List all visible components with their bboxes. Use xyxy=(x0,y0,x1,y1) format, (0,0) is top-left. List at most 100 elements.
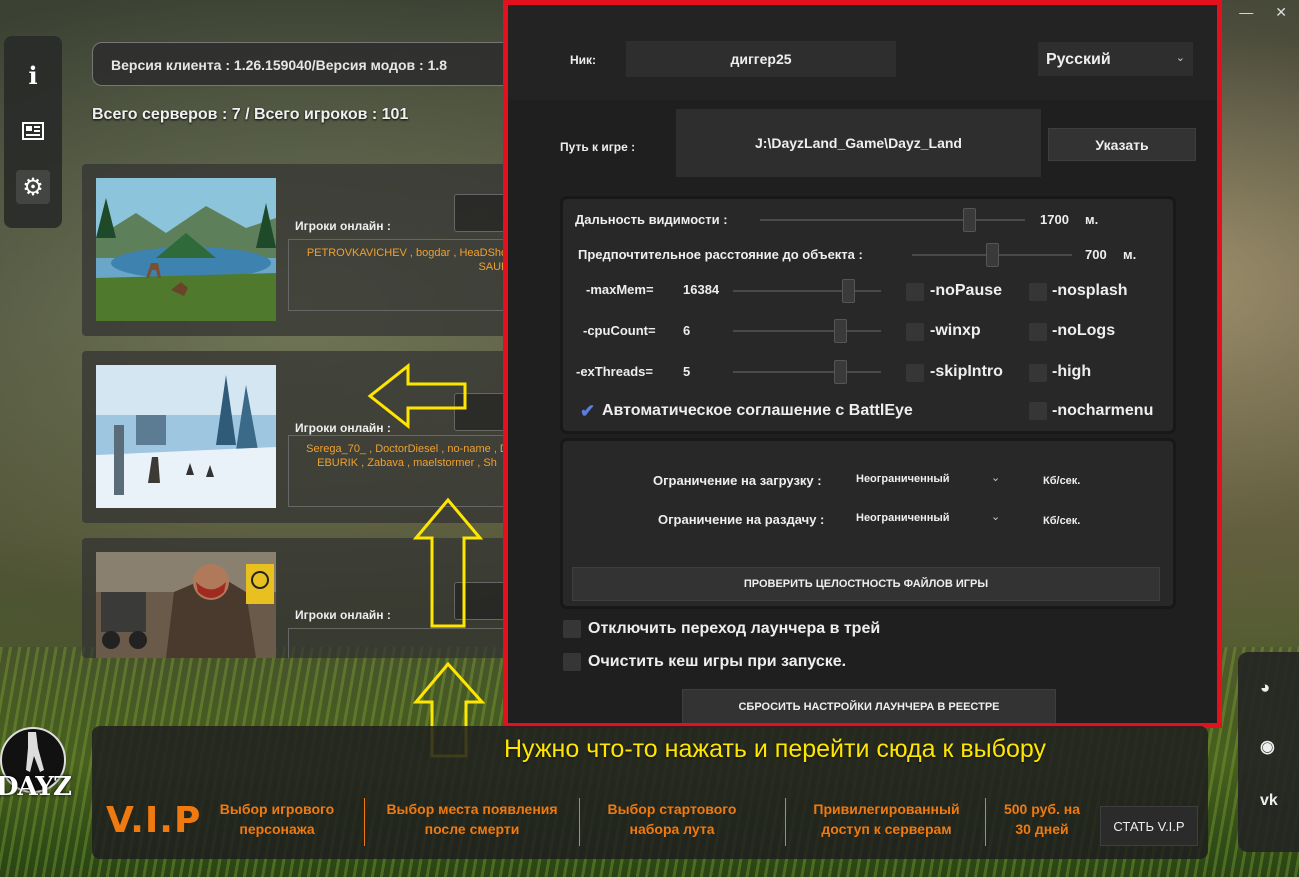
view-distance-unit: м. xyxy=(1085,212,1099,227)
slider-thumb[interactable] xyxy=(833,319,847,343)
vip-feature-line: набора лута xyxy=(629,821,715,837)
checkbox-nosplash[interactable] xyxy=(1029,283,1047,301)
sidebar: i ⚙ xyxy=(4,36,62,228)
social-links: ◕ ◉ vk xyxy=(1238,652,1299,852)
exthreads-slider[interactable] xyxy=(733,360,881,384)
maxmem-label: -maxMem= xyxy=(586,282,654,297)
become-vip-button[interactable]: СТАТЬ V.I.P xyxy=(1100,806,1198,846)
settings-icon: ⚙ xyxy=(22,173,44,201)
divider xyxy=(785,798,786,846)
vip-feature: Привилегированный доступ к серверам xyxy=(794,799,979,839)
checkbox-clear-cache[interactable] xyxy=(563,653,581,671)
nick-label: Ник: xyxy=(570,53,597,67)
annotation-arrows xyxy=(367,362,486,758)
version-text: Версия клиента : 1.26.159040/Версия модо… xyxy=(111,57,448,73)
upload-limit-unit: Кб/сек. xyxy=(1043,515,1081,527)
checkbox-nocharmenu[interactable] xyxy=(1029,402,1047,420)
checkbox-nopause[interactable] xyxy=(906,283,924,301)
battleye-label: Автоматическое соглашение с BattlEye xyxy=(602,402,913,419)
checkbox-skipintro[interactable] xyxy=(906,364,924,382)
download-limit-label: Ограничение на загрузку : xyxy=(653,473,822,488)
server-image xyxy=(96,552,276,658)
divider xyxy=(985,798,986,846)
window-controls: — ✕ xyxy=(1239,4,1287,21)
players-online-label: Игроки онлайн : xyxy=(295,219,391,233)
upload-limit-select[interactable]: Неограниченный ⌄ xyxy=(856,510,1006,530)
view-distance-label: Дальность видимости : xyxy=(575,212,728,227)
arrow-left-icon xyxy=(367,362,467,430)
server-totals: Всего серверов : 7 / Всего игроков : 101 xyxy=(92,106,409,123)
arrow-up-icon xyxy=(412,497,484,628)
news-icon xyxy=(22,122,44,140)
slider-thumb[interactable] xyxy=(986,243,999,267)
verify-files-button[interactable]: ПРОВЕРИТЬ ЦЕЛОСТНОСТЬ ФАЙЛОВ ИГРЫ xyxy=(572,567,1160,601)
discord-icon[interactable]: ◉ xyxy=(1260,737,1275,757)
upload-limit-label: Ограничение на раздачу : xyxy=(658,512,825,527)
vk-icon[interactable]: vk xyxy=(1260,792,1278,810)
checkbox-disable-tray[interactable] xyxy=(563,620,581,638)
object-distance-unit: м. xyxy=(1123,247,1137,262)
divider xyxy=(579,798,580,846)
object-distance-slider[interactable] xyxy=(912,243,1072,267)
download-limit-value: Неограниченный xyxy=(856,473,950,485)
flag-nocharmenu-label: -nocharmenu xyxy=(1052,402,1154,419)
vip-feature-line: Выбор игрового xyxy=(219,801,335,817)
vip-price-line: 500 руб. на xyxy=(1003,801,1081,817)
annotation-hint: Нужно что-то нажать и перейти сюда к выб… xyxy=(504,735,1046,763)
sidebar-item-news[interactable] xyxy=(16,114,50,148)
flag-winxp-label: -winxp xyxy=(930,322,981,339)
slider-thumb[interactable] xyxy=(963,208,977,232)
view-distance-value: 1700 xyxy=(1040,212,1069,227)
game-path-field[interactable]: J:\DayzLand_Game\Dayz_Land xyxy=(676,109,1041,177)
vip-logo: V.I.P xyxy=(106,800,202,841)
view-distance-slider[interactable] xyxy=(760,208,1025,232)
language-select[interactable]: Русский ⌄ xyxy=(1038,42,1193,76)
vip-feature-line: Привилегированный xyxy=(813,801,960,817)
checkbox-high[interactable] xyxy=(1029,364,1047,382)
players-online-box: PETROVKAVICHEV , bogdar , HeaDSho SAUR xyxy=(288,239,518,311)
clear-cache-label: Очистить кеш игры при запуске. xyxy=(588,653,847,670)
launch-params-section xyxy=(563,199,1173,431)
vip-feature-line: после смерти xyxy=(424,821,520,837)
players-line: PETROVKAVICHEV , bogdar , HeaDSho xyxy=(306,247,508,259)
cpucount-value: 6 xyxy=(683,323,691,338)
players-list: PETROVKAVICHEV , bogdar , HeaDSho SAUR xyxy=(297,246,517,274)
slider-thumb[interactable] xyxy=(833,360,847,384)
server-card[interactable]: Игроки онлайн : PETROVKAVICHEV , bogdar … xyxy=(82,164,518,336)
vip-feature: Выбор стартового набора лута xyxy=(587,799,757,839)
path-label: Путь к игре : xyxy=(560,140,636,154)
logo-text: DAYZ xyxy=(0,772,72,802)
chevron-down-icon: ⌄ xyxy=(991,472,1001,484)
settings-panel: Ник: диггер25 Русский ⌄ Путь к игре : J:… xyxy=(503,0,1222,728)
reset-settings-button[interactable]: СБРОСИТЬ НАСТРОЙКИ ЛАУНЧЕРА В РЕЕСТРЕ xyxy=(682,689,1056,723)
checkbox-nologs[interactable] xyxy=(1029,323,1047,341)
flag-nologs-label: -noLogs xyxy=(1052,322,1116,339)
cpucount-slider[interactable] xyxy=(733,319,881,343)
version-bar: Версия клиента : 1.26.159040/Версия модо… xyxy=(92,42,532,86)
flag-high-label: -high xyxy=(1052,363,1092,380)
vip-price-line: 30 дней xyxy=(1015,821,1069,837)
disable-tray-label: Отключить переход лаунчера в трей xyxy=(588,620,881,637)
maxmem-slider[interactable] xyxy=(733,279,881,303)
slider-thumb[interactable] xyxy=(842,279,856,303)
language-value: Русский xyxy=(1046,51,1111,68)
nick-input[interactable]: диггер25 xyxy=(626,41,896,77)
flag-skipintro-label: -skipIntro xyxy=(930,363,1003,380)
minimize-button[interactable]: — xyxy=(1239,4,1253,21)
exthreads-label: -exThreads= xyxy=(576,364,653,379)
globe-icon[interactable]: ◕ xyxy=(1260,678,1270,698)
download-limit-select[interactable]: Неограниченный ⌄ xyxy=(856,471,1006,491)
object-distance-value: 700 xyxy=(1085,247,1107,262)
divider xyxy=(364,798,365,846)
chevron-down-icon: ⌄ xyxy=(991,511,1001,523)
maxmem-value: 16384 xyxy=(683,282,720,297)
flag-nosplash-label: -nosplash xyxy=(1052,282,1128,299)
sidebar-item-settings[interactable]: ⚙ xyxy=(16,170,50,204)
vip-feature: Выбор игрового персонажа xyxy=(202,799,352,839)
sidebar-item-info[interactable]: i xyxy=(16,58,50,92)
players-line: SAUR xyxy=(478,261,509,273)
battleye-checkbox[interactable]: ✔ xyxy=(580,402,598,420)
checkbox-winxp[interactable] xyxy=(906,323,924,341)
close-button[interactable]: ✕ xyxy=(1275,4,1287,21)
browse-path-button[interactable]: Указать xyxy=(1048,128,1196,161)
